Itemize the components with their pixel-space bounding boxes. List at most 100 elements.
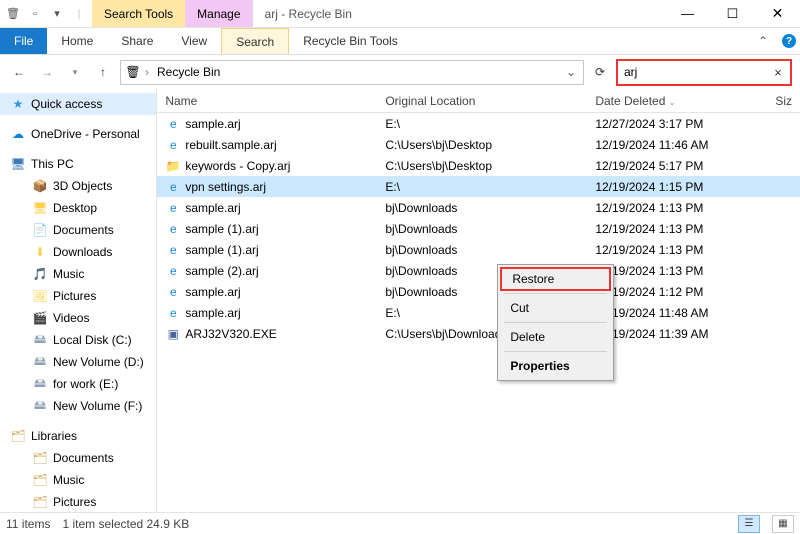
file-date-deleted: 12/19/2024 5:17 PM: [587, 159, 767, 173]
file-row[interactable]: esample.arjE:\12/27/2024 3:17 PM: [157, 113, 800, 134]
sidebar-onedrive[interactable]: ☁ OneDrive - Personal: [0, 123, 156, 145]
sidebar-item[interactable]: 🖼Pictures: [0, 285, 156, 307]
address-bar: ← → ▾ ↑ 🗑 › Recycle Bin ⌄ ⟳ arj ×: [0, 55, 800, 89]
maximize-button[interactable]: ☐: [710, 0, 755, 27]
pc-icon: 🖥: [10, 156, 26, 172]
clear-search-icon[interactable]: ×: [770, 65, 786, 80]
sidebar-item[interactable]: 🎬Videos: [0, 307, 156, 329]
breadcrumb[interactable]: 🗑 › Recycle Bin ⌄: [120, 60, 584, 85]
file-row[interactable]: esample (1).arj bj\Downloads12/19/2024 1…: [157, 218, 800, 239]
search-query[interactable]: arj: [622, 65, 770, 79]
file-row[interactable]: esample.arj bj\Downloads12/19/2024 1:13 …: [157, 197, 800, 218]
thumbnails-view-button[interactable]: ▦: [772, 515, 794, 533]
help-button[interactable]: ?: [778, 28, 800, 54]
recycle-bin-tools-tab[interactable]: Recycle Bin Tools: [289, 28, 412, 54]
sidebar-item[interactable]: 🖴Local Disk (C:): [0, 329, 156, 351]
sidebar-item[interactable]: 📄Documents: [0, 219, 156, 241]
column-date-deleted[interactable]: Date Deleted ⌄: [587, 94, 767, 108]
file-name: sample (2).arj: [185, 264, 258, 278]
sidebar-item[interactable]: 🗂Pictures: [0, 491, 156, 512]
column-size[interactable]: Siz: [767, 94, 800, 108]
address-dropdown-icon[interactable]: ⌄: [563, 65, 579, 79]
sidebar-item[interactable]: 📦3D Objects: [0, 175, 156, 197]
file-row[interactable]: esample (2).arj bj\Downloads12/19/2024 1…: [157, 260, 800, 281]
share-tab[interactable]: Share: [107, 28, 167, 54]
file-row[interactable]: erebuilt.sample.arjC:\Users\bj\Desktop12…: [157, 134, 800, 155]
qat-dropdown-icon[interactable]: ▾: [48, 5, 66, 23]
recycle-bin-icon: 🗑: [4, 5, 22, 23]
search-tab[interactable]: Search: [221, 28, 289, 54]
context-menu-restore[interactable]: Restore: [500, 267, 611, 291]
column-original-location[interactable]: Original Location: [377, 94, 587, 108]
ie-file-icon: e: [165, 284, 181, 300]
collapse-ribbon-button[interactable]: ⌃: [748, 28, 778, 54]
minimize-button[interactable]: —: [665, 0, 710, 27]
sidebar-this-pc[interactable]: 🖥 This PC: [0, 153, 156, 175]
file-date-deleted: 12/19/2024 11:39 AM: [587, 327, 767, 341]
sidebar-item[interactable]: 🖴New Volume (F:): [0, 395, 156, 417]
file-row[interactable]: esample.arjE:\12/19/2024 11:48 AM: [157, 302, 800, 323]
file-date-deleted: 12/19/2024 1:13 PM: [587, 243, 767, 257]
down-icon: ⬇: [32, 244, 48, 260]
column-name[interactable]: Name: [157, 94, 377, 108]
sidebar-item-label: Quick access: [31, 97, 102, 111]
quick-access-toolbar: 🗑 ▫ ▾ |: [0, 0, 92, 27]
view-tab[interactable]: View: [167, 28, 221, 54]
context-menu-cut[interactable]: Cut: [500, 296, 611, 320]
sidebar-item[interactable]: 🗂Documents: [0, 447, 156, 469]
file-date-deleted: 12/19/2024 1:13 PM: [587, 222, 767, 236]
search-box[interactable]: arj ×: [616, 59, 792, 86]
sidebar-item-label: Pictures: [53, 495, 96, 509]
file-row[interactable]: esample (1).arj bj\Downloads12/19/2024 1…: [157, 239, 800, 260]
file-row[interactable]: evpn settings.arjE:\12/19/2024 1:15 PM: [157, 176, 800, 197]
status-item-count: 11 items: [6, 517, 50, 531]
context-menu-separator: [504, 293, 607, 294]
file-row[interactable]: esample.arj bj\Downloads12/19/2024 1:12 …: [157, 281, 800, 302]
file-row[interactable]: ▣ARJ32V320.EXEC:\Users\bj\Downloads12/19…: [157, 323, 800, 344]
file-list[interactable]: esample.arjE:\12/27/2024 3:17 PMerebuilt…: [157, 113, 800, 344]
sidebar-libraries[interactable]: 🗂 Libraries: [0, 425, 156, 447]
file-name: keywords - Copy.arj: [185, 159, 290, 173]
sidebar-item[interactable]: 🖴 New Volume (D:): [0, 351, 156, 373]
sidebar-item-label: Local Disk (C:): [53, 333, 132, 347]
close-button[interactable]: ✕: [755, 0, 800, 27]
onedrive-icon: ☁: [10, 126, 26, 142]
home-tab[interactable]: Home: [47, 28, 107, 54]
recent-locations-button[interactable]: ▾: [64, 61, 86, 83]
details-view-button[interactable]: ☰: [738, 515, 760, 533]
chevron-right-icon[interactable]: ›: [145, 65, 149, 79]
qat-item[interactable]: ▫: [26, 5, 44, 23]
file-date-deleted: 12/27/2024 3:17 PM: [587, 117, 767, 131]
sidebar-item[interactable]: 🖥Desktop: [0, 197, 156, 219]
file-tab[interactable]: File: [0, 28, 47, 54]
file-name: sample.arj: [185, 117, 240, 131]
context-tab-manage[interactable]: Manage: [185, 0, 252, 27]
drive-icon: 🖴: [32, 354, 48, 370]
file-date-deleted: 12/19/2024 11:46 AM: [587, 138, 767, 152]
sidebar-item-label: New Volume (D:): [53, 355, 144, 369]
context-menu-delete[interactable]: Delete: [500, 325, 611, 349]
sidebar-item-label: New Volume (F:): [53, 399, 142, 413]
doc-icon: 📄: [32, 222, 48, 238]
column-headers[interactable]: Name Original Location Date Deleted ⌄ Si…: [157, 89, 800, 113]
location-text[interactable]: Recycle Bin: [153, 65, 559, 79]
file-row[interactable]: 📁keywords - Copy.arjC:\Users\bj\Desktop1…: [157, 155, 800, 176]
forward-button[interactable]: →: [36, 61, 58, 83]
sidebar-item[interactable]: 🗂Music: [0, 469, 156, 491]
up-button[interactable]: ↑: [92, 61, 114, 83]
sidebar-item[interactable]: 🎵Music: [0, 263, 156, 285]
back-button[interactable]: ←: [8, 61, 30, 83]
sidebar-item[interactable]: 🖴for work (E:): [0, 373, 156, 395]
sidebar-item-label: 3D Objects: [53, 179, 112, 193]
file-original-location: bj\Downloads: [377, 222, 587, 236]
ie-file-icon: e: [165, 200, 181, 216]
context-tab-search-tools[interactable]: Search Tools: [92, 0, 185, 27]
file-date-deleted: 12/19/2024 1:12 PM: [587, 285, 767, 299]
help-icon: ?: [782, 34, 796, 48]
context-menu-properties[interactable]: Properties: [500, 354, 611, 378]
music-icon: 🎵: [32, 266, 48, 282]
library-icon: 🗂: [32, 450, 48, 466]
refresh-button[interactable]: ⟳: [590, 62, 610, 82]
sidebar-item[interactable]: ⬇Downloads: [0, 241, 156, 263]
sidebar-quick-access[interactable]: ★ Quick access: [0, 93, 156, 115]
